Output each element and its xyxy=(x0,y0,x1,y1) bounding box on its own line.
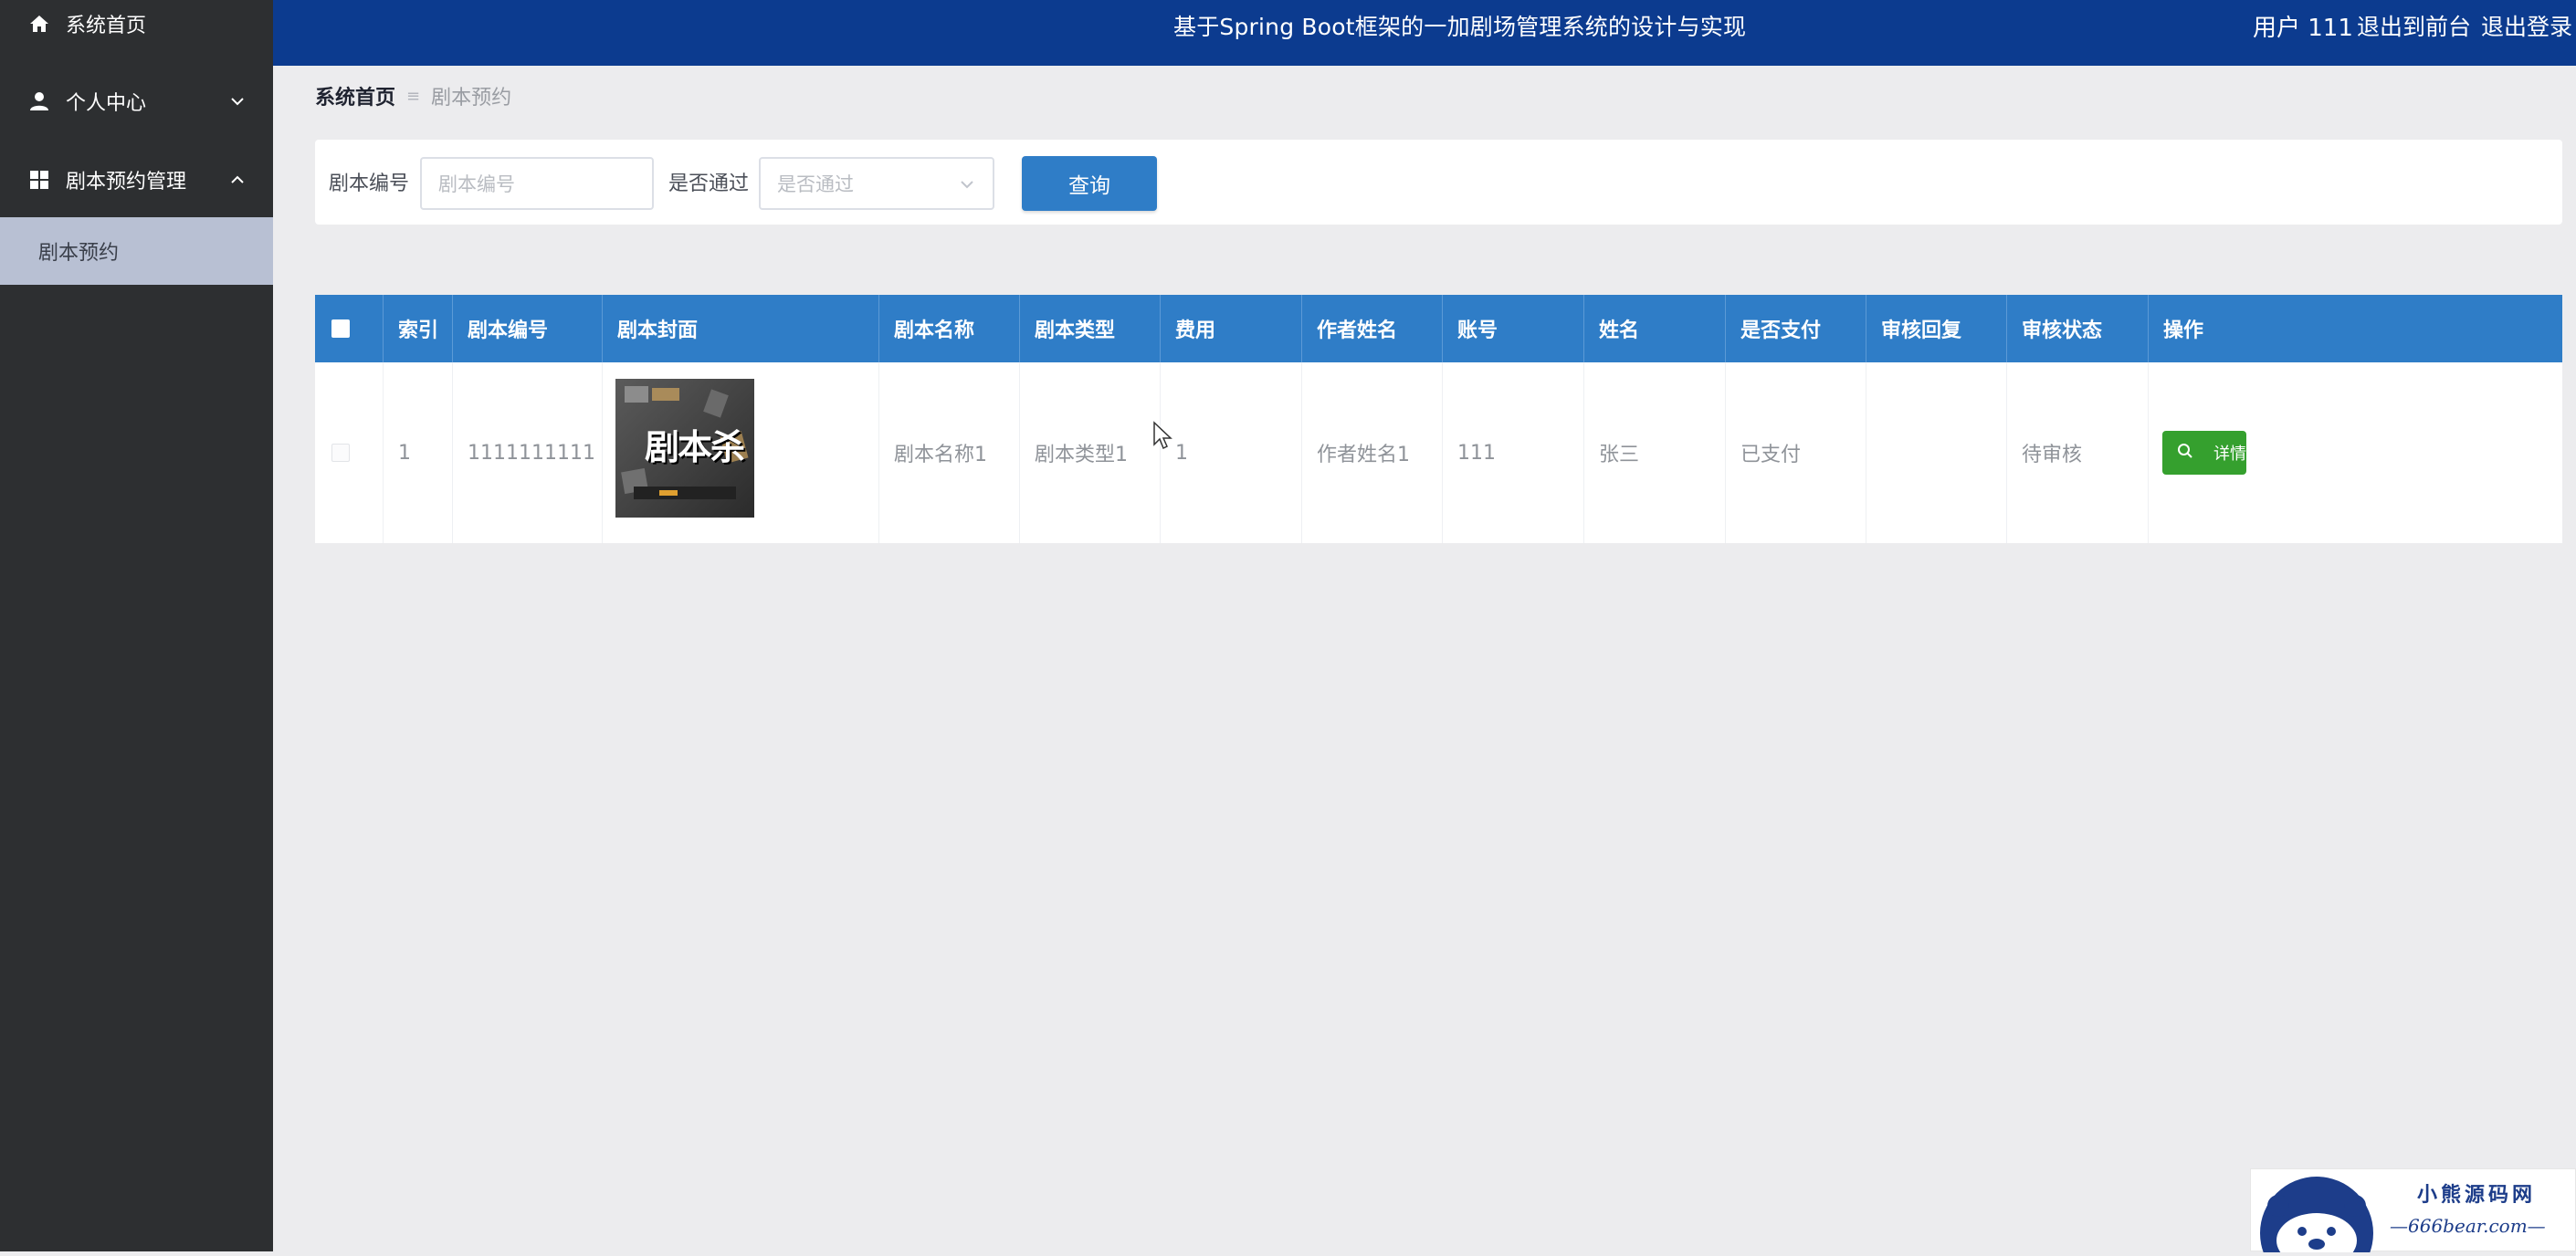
col-header: 审核状态 xyxy=(2007,295,2149,362)
query-button[interactable]: 查询 xyxy=(1022,156,1157,211)
col-header: 审核回复 xyxy=(1866,295,2007,362)
breadcrumb-separator: ≡ xyxy=(406,86,421,106)
script-no-label: 剧本编号 xyxy=(329,173,410,195)
col-header: 姓名 xyxy=(1584,295,1726,362)
breadcrumb-current: 剧本预约 xyxy=(431,87,512,110)
script-no-placeholder: 剧本编号 xyxy=(438,173,515,195)
cell-script-no: 1111111111 xyxy=(453,362,603,543)
grid-icon xyxy=(27,168,51,192)
sidebar-item-label: 个人中心 xyxy=(66,92,147,115)
sidebar-item-label: 系统首页 xyxy=(66,15,147,37)
sidebar-item-label: 剧本预约管理 xyxy=(66,171,187,194)
col-header: 作者姓名 xyxy=(1302,295,1443,362)
select-all-cell xyxy=(315,295,384,362)
cell-actions: 详情 xyxy=(2149,362,2562,543)
col-header: 剧本名称 xyxy=(879,295,1020,362)
col-header: 操作 xyxy=(2163,319,2204,342)
col-header: 账号 xyxy=(1443,295,1584,362)
col-header: 索引 xyxy=(384,295,453,362)
detail-button[interactable]: 详情 xyxy=(2162,431,2246,475)
query-button-label: 查询 xyxy=(1068,174,1110,198)
passed-select[interactable]: 是否通过 xyxy=(759,157,994,210)
cell-cover: 剧本杀 xyxy=(603,362,879,543)
cell-paid: 已支付 xyxy=(1726,362,1866,543)
script-no-input[interactable]: 剧本编号 xyxy=(420,157,654,210)
cover-title: 剧本杀 xyxy=(645,427,745,467)
sidebar-item-home[interactable]: 系统首页 xyxy=(0,0,273,47)
watermark-logo: 小熊源码网 —666bear.com— xyxy=(2250,1168,2576,1256)
sidebar-subitem-label: 剧本预约 xyxy=(38,242,120,265)
passed-placeholder: 是否通过 xyxy=(777,173,854,195)
cell-author: 作者姓名1 xyxy=(1302,362,1443,543)
watermark-en-text: —666bear.com— xyxy=(2390,1215,2546,1237)
watermark-cn-text: 小熊源码网 xyxy=(2417,1184,2537,1207)
search-icon xyxy=(2162,443,2193,464)
sidebar-item-script-booking-mgmt[interactable]: 剧本预约管理 xyxy=(0,141,273,219)
sidebar: 系统首页 个人中心 剧本预约管理 剧本预约 xyxy=(0,0,273,1251)
booking-table: 索引 剧本编号 剧本封面 剧本名称 剧本类型 费用 作者姓名 账号 姓名 是否支… xyxy=(315,295,2562,543)
exit-to-front-link[interactable]: 退出到前台 xyxy=(2357,9,2471,42)
script-cover-image[interactable]: 剧本杀 xyxy=(615,379,754,518)
current-user: 用户 111 xyxy=(2253,15,2353,42)
col-header: 是否支付 xyxy=(1726,295,1866,362)
row-select-cell xyxy=(315,362,384,543)
breadcrumb-home[interactable]: 系统首页 xyxy=(315,81,395,110)
sidebar-subitem-script-booking[interactable]: 剧本预约 xyxy=(0,217,273,285)
home-icon xyxy=(27,12,51,36)
search-panel: 剧本编号 剧本编号 是否通过 是否通过 查询 xyxy=(315,140,2562,225)
col-header: 剧本类型 xyxy=(1020,295,1161,362)
sidebar-item-personal-center[interactable]: 个人中心 xyxy=(0,62,273,141)
cell-review-reply xyxy=(1866,362,2007,543)
logout-link[interactable]: 退出登录 xyxy=(2481,9,2572,42)
top-header: 基于Spring Boot框架的一加剧场管理系统的设计与实现 用户 111 退出… xyxy=(273,0,2576,66)
cell-review-status: 待审核 xyxy=(2007,362,2149,543)
row-checkbox[interactable] xyxy=(331,444,350,462)
cell-type: 剧本类型1 xyxy=(1020,362,1161,543)
table-header: 索引 剧本编号 剧本封面 剧本名称 剧本类型 费用 作者姓名 账号 姓名 是否支… xyxy=(315,295,2562,362)
system-title: 基于Spring Boot框架的一加剧场管理系统的设计与实现 xyxy=(1173,14,1747,40)
bear-logo-icon xyxy=(2260,1177,2373,1256)
chevron-down-icon xyxy=(228,92,247,110)
user-icon xyxy=(27,89,51,113)
passed-label: 是否通过 xyxy=(668,173,750,195)
col-header: 剧本编号 xyxy=(453,295,603,362)
cell-index: 1 xyxy=(384,362,453,543)
cell-name: 剧本名称1 xyxy=(879,362,1020,543)
cell-account: 111 xyxy=(1443,362,1584,543)
cell-fee: 1 xyxy=(1161,362,1302,543)
cell-real-name: 张三 xyxy=(1584,362,1726,543)
chevron-up-icon xyxy=(228,171,247,189)
select-all-checkbox[interactable] xyxy=(331,319,350,338)
detail-button-label: 详情 xyxy=(2213,445,2246,464)
breadcrumb: 系统首页 ≡ 剧本预约 xyxy=(315,81,511,110)
chevron-down-icon xyxy=(958,175,976,194)
col-header: 剧本封面 xyxy=(603,295,879,362)
col-header: 费用 xyxy=(1161,295,1302,362)
mouse-cursor-icon xyxy=(1152,421,1172,454)
